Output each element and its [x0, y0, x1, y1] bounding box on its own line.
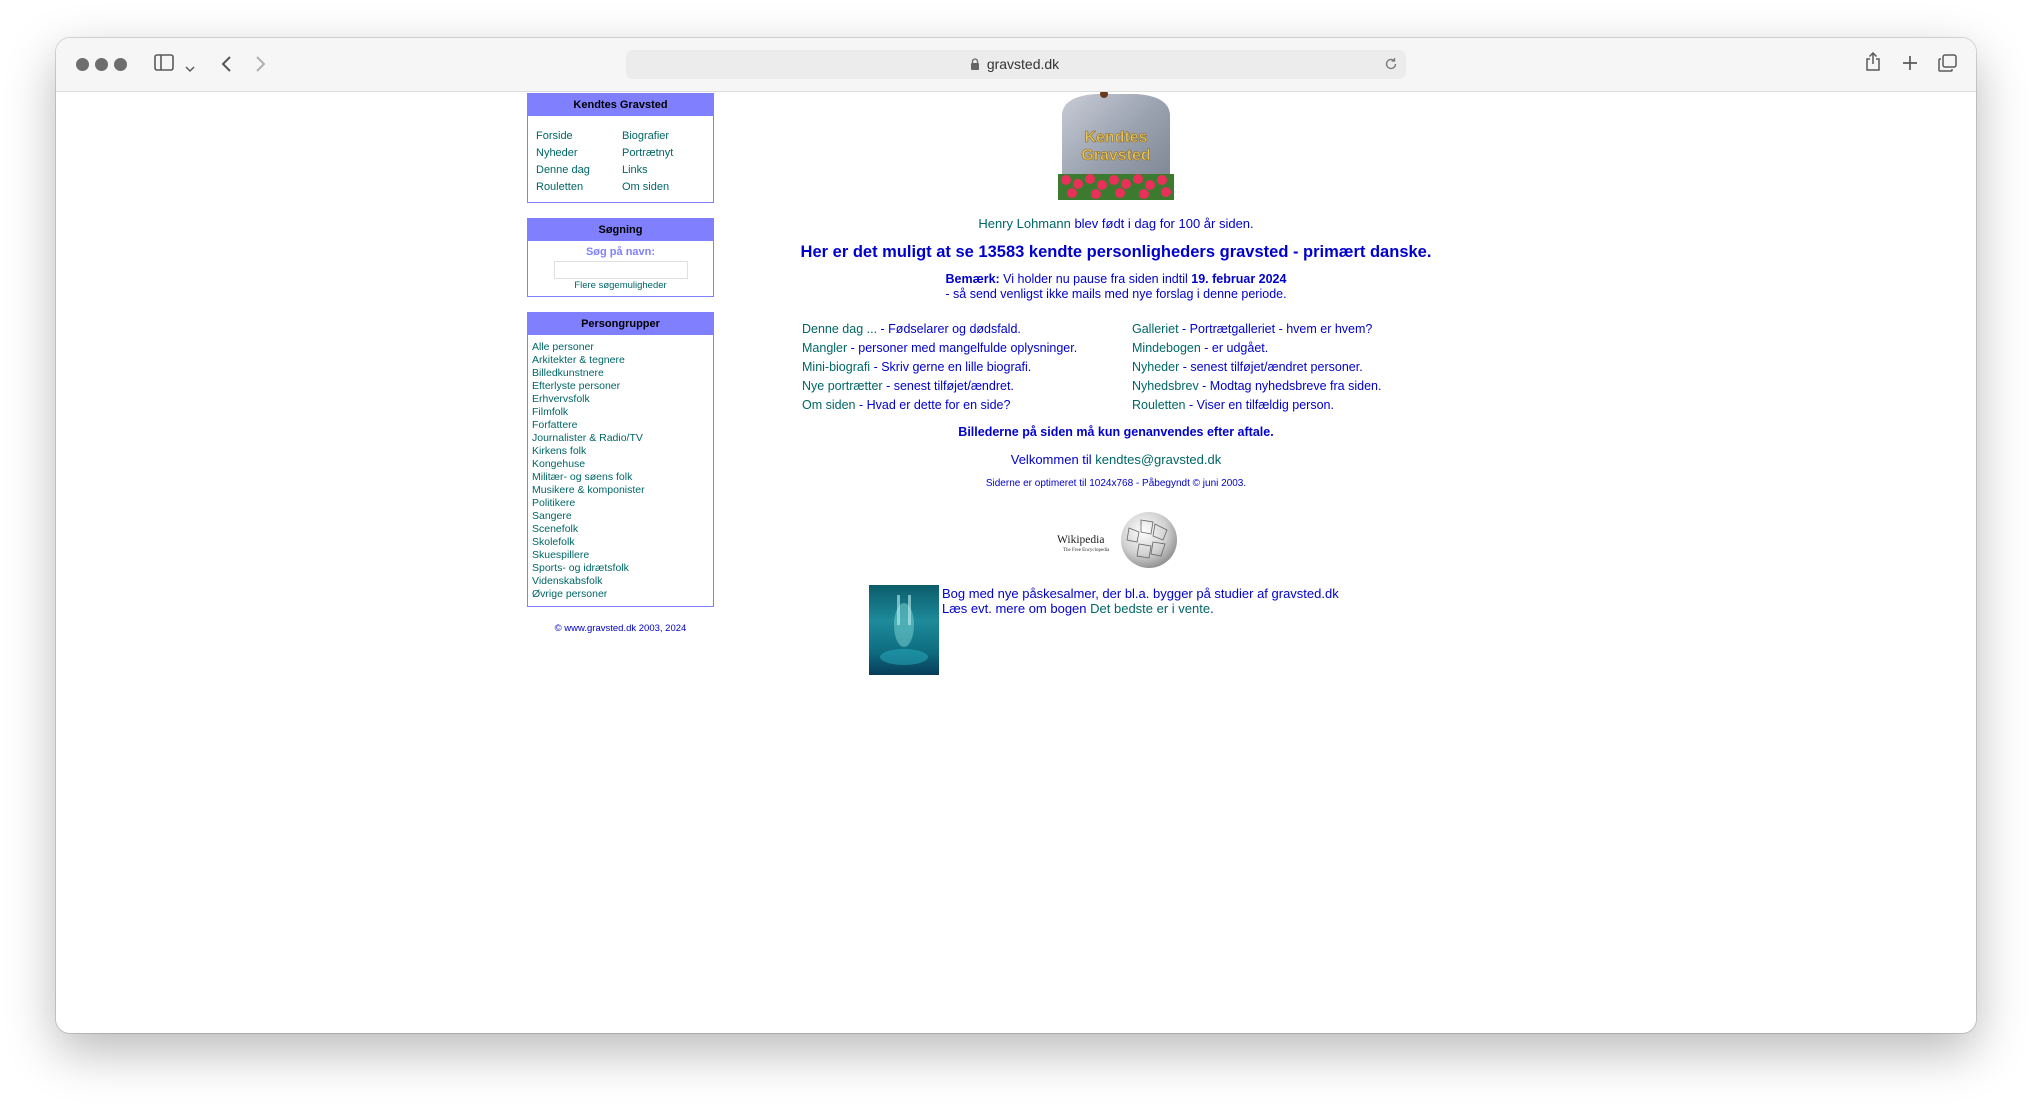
group-link[interactable]: Skolefolk — [532, 536, 645, 549]
link-desc: - Modtag nyhedsbreve fra siden. — [1198, 379, 1382, 393]
group-link[interactable]: Erhvervsfolk — [532, 393, 645, 406]
book-promo-text: Bog med nye påskesalmer, der bl.a. bygge… — [942, 586, 1339, 616]
group-link[interactable]: Journalister & Radio/TV — [532, 432, 645, 445]
link-om-siden[interactable]: Om siden — [802, 398, 856, 412]
email-link[interactable]: kendtes@gravsted.dk — [1095, 452, 1221, 467]
back-arrow-icon[interactable] — [220, 55, 232, 77]
birthday-person-link[interactable]: Henry Lohmann — [978, 216, 1071, 231]
copyright-text: © www.gravsted.dk 2003, 2024 — [554, 623, 687, 634]
group-link[interactable]: Kongehuse — [532, 458, 645, 471]
link-desc: - Hvad er dette for en side? — [855, 398, 1011, 412]
book-line1: Bog med nye påskesalmer, der bl.a. bygge… — [942, 586, 1339, 601]
nav-link-portraetnyt[interactable]: Portrætnyt — [622, 147, 673, 159]
url-text: gravsted.dk — [986, 56, 1060, 72]
link-desc: - senest tilføjet/ændret personer. — [1179, 360, 1363, 374]
logo-line1: Kendtes — [1084, 129, 1147, 146]
book-cover-figure — [880, 595, 928, 665]
browser-window: gravsted.dk Kendtes Gravsted Forside Bio… — [56, 38, 1976, 1033]
link-mini-biografi[interactable]: Mini-biografi — [802, 360, 870, 374]
nav-link-forside[interactable]: Forside — [536, 130, 573, 142]
notice-date: 19. februar 2024 — [1191, 272, 1287, 286]
minimize-window-button[interactable] — [95, 58, 108, 71]
group-link[interactable]: Videnskabsfolk — [532, 575, 645, 588]
close-window-button[interactable] — [76, 58, 89, 71]
optimized-note: Siderne er optimeret til 1024x768 - Påbe… — [985, 478, 1247, 489]
birthday-notice: Henry Lohmann blev født i dag for 100 år… — [656, 216, 1576, 231]
group-link[interactable]: Filmfolk — [532, 406, 645, 419]
welcome-line: Velkommen til kendtes@gravsted.dk — [656, 452, 1576, 467]
link-mangler[interactable]: Mangler — [802, 341, 847, 355]
group-link[interactable]: Efterlyste personer — [532, 380, 645, 393]
forward-arrow-icon[interactable] — [255, 55, 267, 77]
group-link[interactable]: Scenefolk — [532, 523, 645, 536]
link-mindebogen[interactable]: Mindebogen — [1132, 341, 1201, 355]
new-tab-icon[interactable] — [1902, 55, 1918, 75]
nav-link-links[interactable]: Links — [622, 164, 648, 176]
nav-box: Kendtes Gravsted Forside Biografier Nyhe… — [527, 93, 714, 203]
link-denne-dag[interactable]: Denne dag ... — [802, 322, 877, 336]
sidebar-icon[interactable] — [154, 54, 174, 75]
pause-notice: Bemærk: Vi holder nu pause fra siden ind… — [656, 272, 1576, 302]
page-headline: Her er det muligt at se 13583 kendte per… — [800, 243, 1432, 261]
nav-link-rouletten[interactable]: Rouletten — [536, 181, 583, 193]
link-desc: - senest tilføjet/ændret. — [882, 379, 1014, 393]
group-link[interactable]: Sports- og idrætsfolk — [532, 562, 645, 575]
group-link[interactable]: Øvrige personer — [532, 588, 645, 601]
notice-line2: - så send venligst ikke mails med nye fo… — [945, 287, 1287, 301]
book-link[interactable]: Det bedste er i vente — [1090, 601, 1210, 616]
link-desc: - Viser en tilfældig person. — [1185, 398, 1334, 412]
page-viewport: Kendtes Gravsted Forside Biografier Nyhe… — [56, 90, 1976, 1033]
welcome-text: Velkommen til — [1010, 452, 1096, 467]
group-link[interactable]: Alle personer — [532, 341, 645, 354]
group-link[interactable]: Forfattere — [532, 419, 645, 432]
link-rouletten[interactable]: Rouletten — [1132, 398, 1186, 412]
group-link[interactable]: Politikere — [532, 497, 645, 510]
quick-links-left: Denne dag ... - Fødselarer og dødsfald. … — [802, 320, 1077, 415]
link-galleriet[interactable]: Galleriet — [1132, 322, 1179, 336]
link-desc: - er udgået. — [1200, 341, 1269, 355]
images-notice: Billederne på siden må kun genanvendes e… — [958, 425, 1274, 439]
quick-links-right: Galleriet - Portrætgalleriet - hvem er h… — [1132, 320, 1381, 415]
group-link[interactable]: Arkitekter & tegnere — [532, 354, 645, 367]
gravestone-icon: Kendtes Gravsted — [1058, 90, 1174, 200]
group-link[interactable]: Musikere & komponister — [532, 484, 645, 497]
nav-link-om-siden[interactable]: Om siden — [622, 181, 669, 193]
site-logo[interactable]: Kendtes Gravsted — [1056, 90, 1176, 202]
zoom-window-button[interactable] — [114, 58, 127, 71]
share-icon[interactable] — [1865, 51, 1881, 76]
book-cover-image[interactable] — [869, 585, 939, 675]
birthday-text: blev født i dag for 100 år siden. — [1070, 216, 1254, 231]
link-desc: - personer med mangelfulde oplysninger. — [847, 341, 1078, 355]
chevron-down-icon[interactable] — [185, 58, 195, 77]
nav-link-biografier[interactable]: Biografier — [622, 130, 669, 142]
link-nye-portraetter[interactable]: Nye portrætter — [802, 379, 883, 393]
person-groups-list: Alle personer Arkitekter & tegnere Bille… — [532, 341, 645, 601]
person-groups-title: Persongrupper — [528, 313, 713, 335]
link-desc: - Portrætgalleriet - hvem er hvem? — [1178, 322, 1373, 336]
tab-overview-icon[interactable] — [1938, 54, 1957, 76]
book-line2-suffix: . — [1210, 601, 1214, 616]
link-desc: - Skriv gerne en lille biografi. — [870, 360, 1032, 374]
reload-icon[interactable] — [1384, 57, 1398, 74]
wikipedia-title: Wikipedia — [1057, 534, 1104, 546]
wikipedia-subtitle: The Free Encyclopedia — [1063, 548, 1110, 553]
link-desc: - Fødselarer og dødsfald. — [877, 322, 1021, 336]
address-bar[interactable]: gravsted.dk — [626, 50, 1406, 79]
browser-toolbar: gravsted.dk — [56, 38, 1976, 92]
nav-link-nyheder[interactable]: Nyheder — [536, 147, 578, 159]
group-link[interactable]: Billedkunstnere — [532, 367, 645, 380]
nav-link-denne-dag[interactable]: Denne dag — [536, 164, 590, 176]
wikipedia-globe-icon: Wikipedia The Free Encyclopedia — [1057, 512, 1177, 568]
link-nyhedsbrev[interactable]: Nyhedsbrev — [1132, 379, 1199, 393]
group-link[interactable]: Militær- og søens folk — [532, 471, 645, 484]
group-link[interactable]: Skuespillere — [532, 549, 645, 562]
logo-line2: Gravsted — [1081, 147, 1150, 164]
group-link[interactable]: Sangere — [532, 510, 645, 523]
link-nyheder[interactable]: Nyheder — [1132, 360, 1179, 374]
wikipedia-logo[interactable]: Wikipedia The Free Encyclopedia — [1057, 510, 1177, 572]
notice-text: Vi holder nu pause fra siden indtil — [999, 272, 1192, 286]
book-line2-prefix: Læs evt. mere om bogen — [942, 601, 1091, 616]
group-link[interactable]: Kirkens folk — [532, 445, 645, 458]
notice-label: Bemærk: — [945, 272, 1000, 286]
